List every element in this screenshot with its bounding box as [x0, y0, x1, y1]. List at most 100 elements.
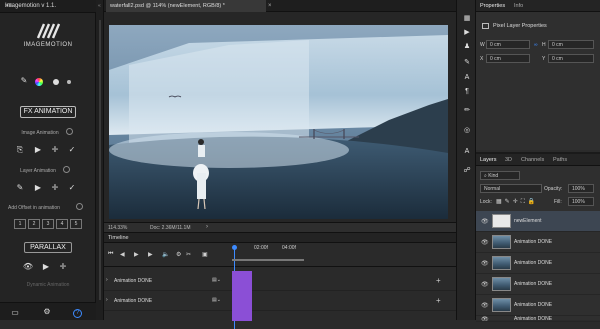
status-arrow-icon[interactable]: › — [206, 224, 208, 230]
visibility-eye-icon[interactable]: 👁 — [481, 281, 489, 288]
play-button-icon[interactable]: ▶ — [134, 251, 139, 258]
move-icon[interactable]: ✛ — [49, 145, 61, 154]
info-icon[interactable] — [63, 166, 70, 173]
play-icon[interactable]: ▶ — [32, 145, 44, 154]
monitor-icon[interactable]: ▭ — [9, 308, 21, 317]
brush-presets-icon[interactable]: ✎ — [461, 58, 473, 66]
collapse-icon[interactable]: « — [98, 3, 101, 9]
close-tab-icon[interactable]: × — [268, 3, 272, 9]
parallax-button[interactable]: PARALLAX — [24, 242, 72, 253]
3d-icon[interactable]: ◎ — [461, 126, 473, 134]
timeline-controls: ⏮ ◀ ▶ ▶ 🔈 ⚙ ✂ ▣ 02:00f 04:00f — [104, 243, 456, 329]
film-icon[interactable]: ▤⌄ — [212, 297, 221, 303]
tab-properties[interactable]: Properties — [480, 3, 505, 9]
link-icon[interactable]: ∞ — [534, 42, 538, 48]
fill-label: Fill: — [554, 199, 562, 205]
visibility-eye-icon[interactable]: 👁 — [481, 239, 489, 246]
info-icon[interactable] — [76, 203, 83, 210]
move-icon[interactable]: ✛ — [57, 262, 69, 271]
character-icon[interactable]: A — [461, 74, 473, 81]
tab-channels[interactable]: Channels — [521, 157, 544, 163]
collapsed-panel-strip: « — [96, 0, 104, 320]
track-clip[interactable] — [232, 271, 252, 291]
layer-row[interactable]: 👁 Animation DONE — [476, 316, 600, 322]
settings-icon[interactable]: ⚙ — [176, 251, 181, 258]
work-area-bar[interactable] — [232, 259, 304, 261]
actions-icon[interactable]: ▶ — [461, 28, 473, 36]
adjust-icon[interactable]: ☍ — [461, 166, 473, 174]
expand-icon[interactable]: › — [106, 297, 108, 303]
next-frame-icon[interactable]: ▶ — [148, 251, 153, 258]
lock-icons[interactable]: ▦✎✛⛶🔒 — [496, 198, 538, 206]
panel-menu-icon[interactable]: »≡ — [5, 3, 92, 9]
offset-1-button[interactable]: 1 — [14, 219, 26, 229]
document-tab[interactable]: waterfall2.psd @ 114% (newElement, RGB/8… — [106, 0, 266, 12]
brush-icon[interactable]: ✎ — [18, 76, 30, 85]
first-frame-icon[interactable]: ⏮ — [108, 251, 113, 258]
expand-icon[interactable]: › — [106, 277, 108, 283]
scrollbar[interactable] — [99, 20, 101, 300]
offset-2-button[interactable]: 2 — [28, 219, 40, 229]
info-icon[interactable] — [66, 128, 73, 135]
brush-icon[interactable]: ✏ — [461, 106, 473, 114]
layer-row[interactable]: 👁 Animation DONE — [476, 253, 600, 274]
tab-info[interactable]: Info — [514, 3, 523, 9]
small-dot-icon[interactable] — [67, 80, 71, 84]
visibility-eye-icon[interactable]: 👁 — [481, 260, 489, 267]
color-wheel-icon[interactable] — [35, 78, 43, 86]
filter-kind-select[interactable]: ⌕ Kind — [480, 171, 520, 180]
waterfall-image[interactable] — [109, 25, 448, 219]
play-icon[interactable]: ▶ — [32, 183, 44, 192]
tab-layers[interactable]: Layers — [480, 157, 497, 163]
y-field[interactable]: 0 cm — [548, 54, 594, 63]
stamp-icon[interactable]: ♟ — [461, 42, 473, 50]
paragraph-icon[interactable]: ¶ — [461, 88, 473, 95]
prev-frame-icon[interactable]: ◀ — [120, 251, 125, 258]
layer-row[interactable]: 👁 Animation DONE — [476, 274, 600, 295]
gear-icon[interactable]: ⚙ — [41, 307, 53, 316]
layer-animation-label: Layer Animation — [20, 168, 56, 174]
white-dot-icon[interactable] — [53, 79, 59, 85]
film-icon[interactable]: ▤⌄ — [212, 277, 221, 283]
tab-paths[interactable]: Paths — [553, 157, 567, 163]
tab-3d[interactable]: 3D — [505, 157, 512, 163]
add-track-icon[interactable]: + — [436, 296, 441, 305]
timeline-track[interactable]: › Animation DONE ▤⌄ + — [104, 291, 456, 311]
x-field[interactable]: 0 cm — [486, 54, 530, 63]
offset-4-button[interactable]: 4 — [56, 219, 68, 229]
play-icon[interactable]: ▶ — [40, 262, 52, 271]
height-field[interactable]: 0 cm — [548, 40, 594, 49]
layer-row[interactable]: 👁 Animation DONE — [476, 295, 600, 316]
zoom-level[interactable]: 114.33% — [108, 225, 127, 231]
split-icon[interactable]: ✂ — [186, 251, 191, 258]
add-track-icon[interactable]: + — [436, 276, 441, 285]
visibility-eye-icon[interactable]: 👁 — [481, 302, 489, 309]
layer-thumbnail — [492, 214, 511, 228]
offset-5-button[interactable]: 5 — [70, 219, 82, 229]
opacity-field[interactable]: 100% — [568, 184, 594, 193]
transition-icon[interactable]: ▣ — [202, 251, 208, 258]
blend-mode-select[interactable]: Normal — [480, 184, 542, 193]
track-clip[interactable] — [232, 291, 252, 311]
timeline-track[interactable]: › Animation DONE ▤⌄ + — [104, 271, 456, 291]
page-icon[interactable]: ⎘ — [14, 145, 26, 155]
visibility-eye-icon[interactable]: 👁 — [481, 316, 489, 321]
layer-row-selected[interactable]: 👁 newElement — [476, 211, 600, 232]
check-icon[interactable]: ✓ — [66, 145, 78, 154]
eye-icon[interactable]: 👁 — [22, 262, 34, 271]
layer-name: Animation DONE — [514, 302, 553, 308]
lock-label: Lock: — [480, 199, 492, 205]
fill-field[interactable]: 100% — [568, 197, 594, 206]
audio-icon[interactable]: 🔈 — [162, 251, 169, 258]
width-field[interactable]: 0 cm — [486, 40, 530, 49]
pen-icon[interactable]: ✎ — [14, 183, 26, 192]
help-icon[interactable]: ? — [73, 309, 82, 318]
check-icon[interactable]: ✓ — [66, 183, 78, 192]
layer-row[interactable]: 👁 Animation DONE — [476, 232, 600, 253]
history-icon[interactable]: ▦ — [461, 14, 473, 22]
fx-animation-button[interactable]: FX ANIMATION — [20, 106, 76, 118]
move-icon[interactable]: ✛ — [49, 183, 61, 192]
offset-3-button[interactable]: 3 — [42, 219, 54, 229]
glyphs-icon[interactable]: A — [461, 148, 473, 155]
visibility-eye-icon[interactable]: 👁 — [481, 218, 489, 225]
